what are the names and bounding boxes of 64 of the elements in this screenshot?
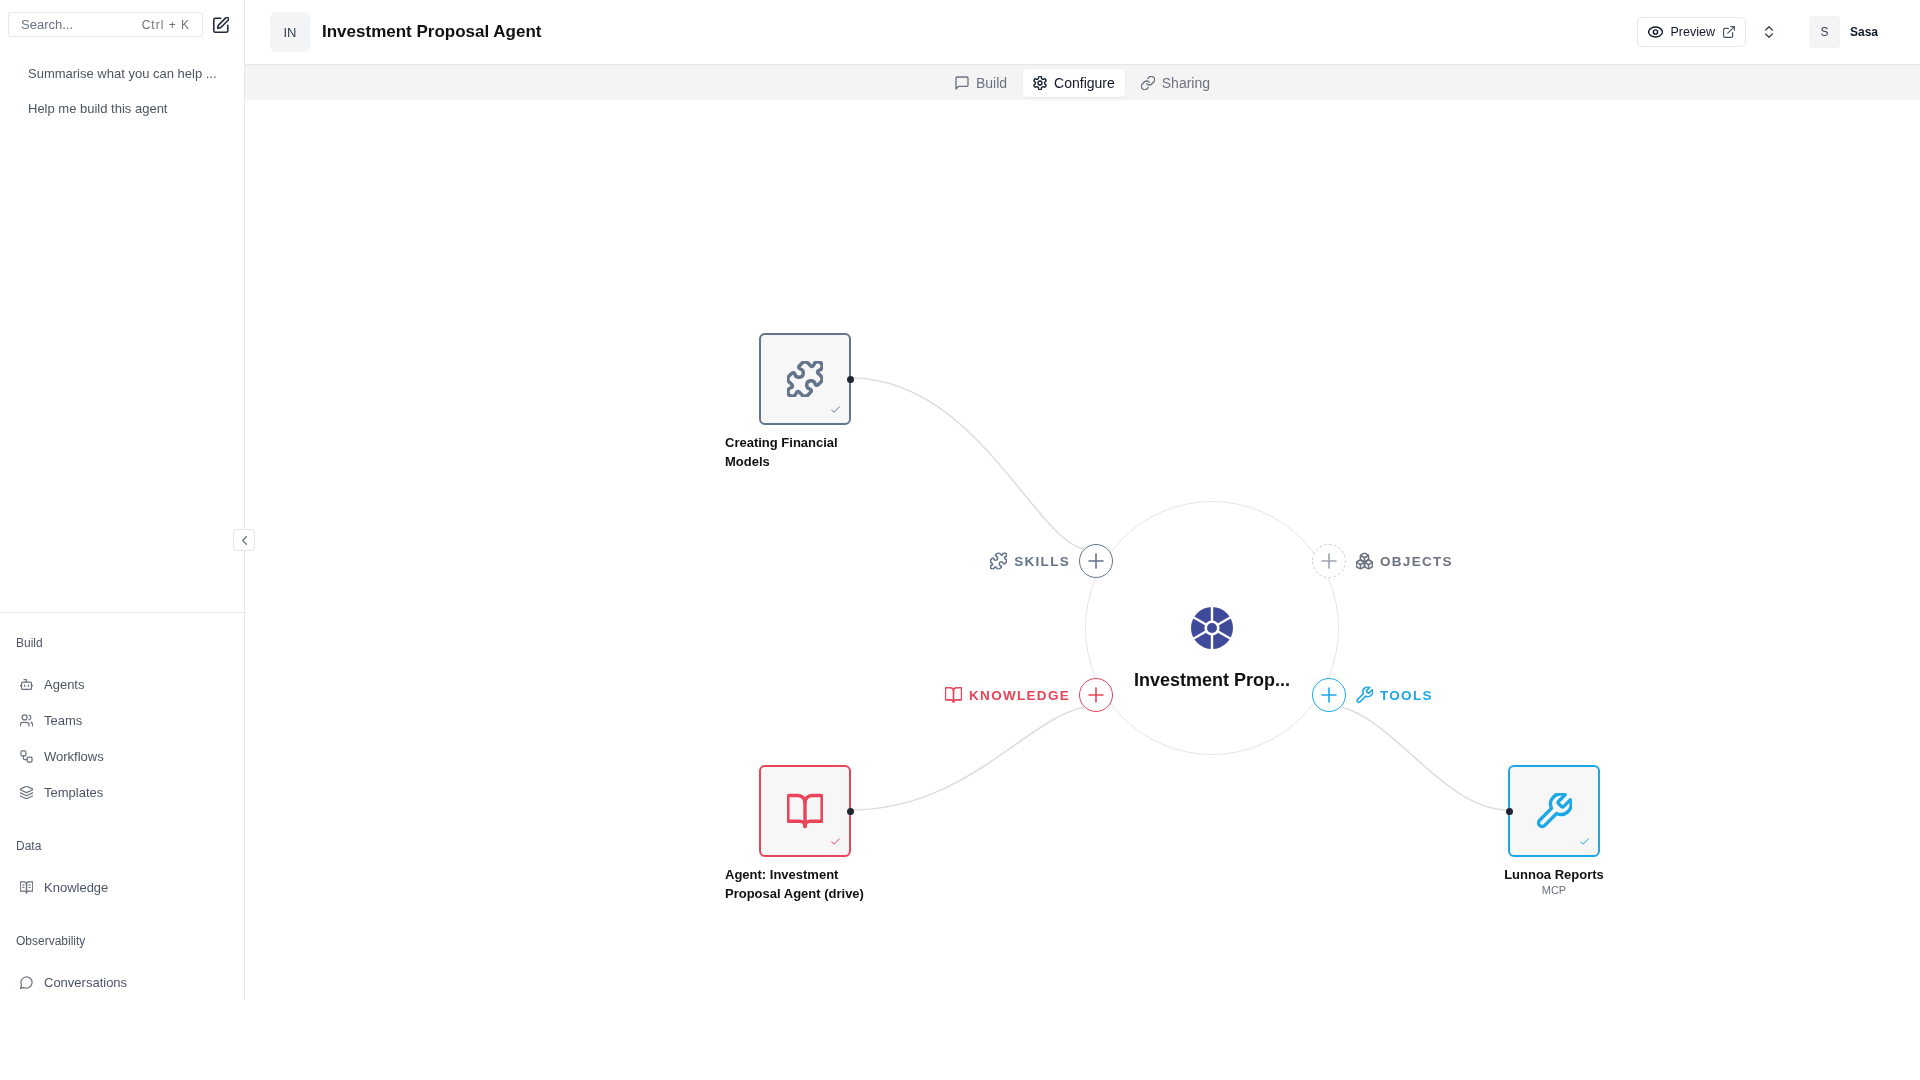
handle-dot-icon[interactable] xyxy=(1505,807,1513,815)
layers-icon xyxy=(20,785,33,799)
agent-name: Investment Prop... xyxy=(1133,669,1290,691)
workflow-icon xyxy=(20,749,33,763)
plus-icon xyxy=(1321,553,1337,569)
user-name: Sasa xyxy=(1849,25,1878,39)
puzzle-icon xyxy=(990,552,1008,570)
chat-bubble-icon xyxy=(20,975,33,989)
add-button[interactable] xyxy=(1079,544,1113,578)
nav-item[interactable]: Agents xyxy=(16,666,232,702)
eye-icon xyxy=(1647,26,1663,38)
book-icon xyxy=(945,686,963,704)
chevron-left-icon xyxy=(241,535,247,545)
node-subtitle: MCP xyxy=(1540,884,1568,897)
plus-icon xyxy=(1088,687,1104,703)
chevrons-up-down-icon[interactable] xyxy=(1764,26,1773,38)
handle-dot-icon[interactable] xyxy=(846,375,854,383)
port-label[interactable]: OBJECTS xyxy=(1380,553,1453,569)
link-icon xyxy=(1140,75,1155,90)
puzzle-icon xyxy=(787,361,823,397)
node-card[interactable] xyxy=(759,333,851,425)
node-title: Agent: Investment Proposal Agent (drive) xyxy=(725,866,865,903)
nav-item[interactable]: Workflows xyxy=(16,738,232,774)
tab[interactable]: Build xyxy=(944,68,1018,97)
chat-link[interactable]: Summarise what you can help ... xyxy=(8,56,236,91)
node-title: Creating Financial Models xyxy=(725,434,839,471)
robot-icon xyxy=(20,677,33,691)
section-heading: Build xyxy=(16,635,44,651)
agent-node[interactable]: Investment Prop... xyxy=(1085,501,1339,755)
chat-link[interactable]: Help me build this agent xyxy=(8,91,236,126)
users-icon xyxy=(20,713,33,727)
external-link-icon xyxy=(1722,26,1735,38)
agent-avatar: IN xyxy=(270,12,310,52)
tab[interactable]: Configure xyxy=(1023,68,1125,97)
wrench-icon xyxy=(1356,686,1373,704)
port-label[interactable]: KNOWLEDGE xyxy=(969,687,1070,703)
settings-icon xyxy=(1033,75,1048,90)
port-label[interactable]: SKILLS xyxy=(1014,553,1070,569)
plus-icon xyxy=(1088,553,1104,569)
tab[interactable]: Sharing xyxy=(1130,68,1221,97)
nav-item[interactable]: Teams xyxy=(16,702,232,738)
handle-dot-icon[interactable] xyxy=(846,807,854,815)
section-heading: Data xyxy=(16,838,43,854)
node-title: Lunnoa Reports xyxy=(1503,866,1605,884)
plus-icon xyxy=(1321,687,1337,703)
add-button[interactable] xyxy=(1079,678,1113,712)
nav-item[interactable]: Templates xyxy=(16,774,232,810)
edit-icon[interactable] xyxy=(213,16,229,33)
nav-item[interactable]: Conversations xyxy=(16,964,232,1000)
collapse-sidebar-button[interactable] xyxy=(233,529,255,551)
book-icon xyxy=(20,880,33,894)
user-avatar[interactable]: S xyxy=(1808,16,1840,48)
node-card[interactable] xyxy=(759,765,851,857)
add-button[interactable] xyxy=(1312,678,1346,712)
agent-logo-icon xyxy=(1191,607,1233,649)
book-icon xyxy=(787,793,823,829)
nav-item[interactable]: Knowledge xyxy=(16,869,232,905)
section-heading: Observability xyxy=(16,933,87,949)
node-card[interactable] xyxy=(1508,765,1600,857)
wrench-icon xyxy=(1536,793,1572,829)
preview-button[interactable]: Preview xyxy=(1636,17,1746,47)
agent-title: Investment Proposal Agent xyxy=(322,22,542,42)
cubes-icon xyxy=(1356,552,1373,570)
chat-bubble-icon xyxy=(954,75,969,90)
